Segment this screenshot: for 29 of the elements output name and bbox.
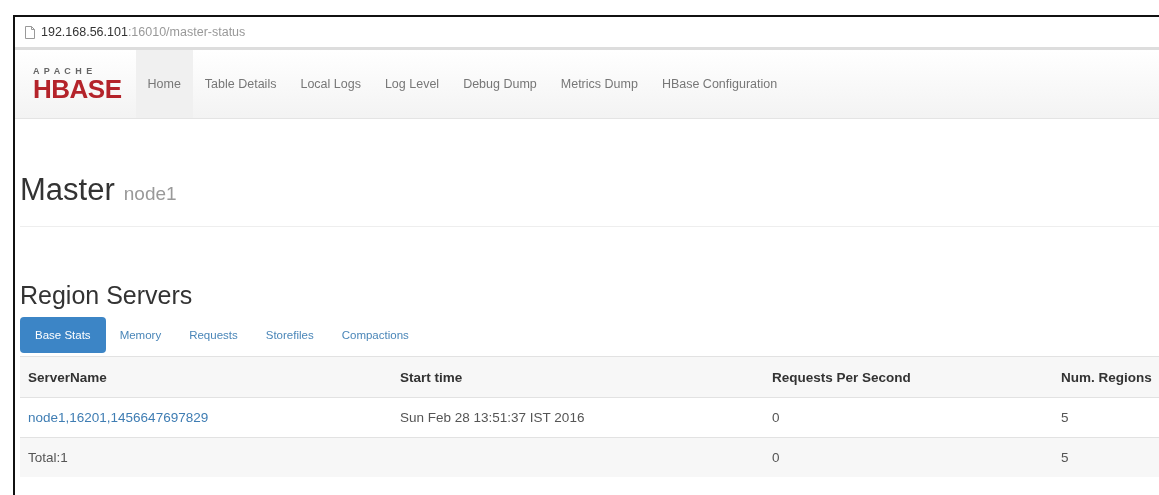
table-cell: 5	[1061, 450, 1069, 465]
table-cell: Total:1	[28, 450, 68, 465]
nav-link[interactable]: Local Logs	[288, 50, 373, 118]
tab[interactable]: Memory	[105, 317, 176, 353]
tab[interactable]: Requests	[175, 317, 252, 353]
nav-link[interactable]: Table Details	[192, 50, 289, 118]
url-text: 192.168.56.101:16010/master-status	[41, 25, 246, 39]
tab[interactable]: Storefiles	[251, 317, 328, 353]
table-cell: 5	[1061, 410, 1069, 425]
column-header: Num. Regions	[1061, 369, 1152, 385]
nav-link[interactable]: HBase Configuration	[649, 50, 790, 118]
nav-link[interactable]: Metrics Dump	[548, 50, 650, 118]
tab[interactable]: Base Stats	[20, 317, 106, 353]
tab[interactable]: Compactions	[327, 317, 423, 353]
table-cell: 0	[772, 410, 780, 425]
page-icon	[25, 25, 35, 39]
nav-link[interactable]: Log Level	[372, 50, 452, 118]
section-title: Region Servers	[20, 281, 194, 310]
page-title: Master	[20, 172, 115, 208]
column-header: Start time	[400, 369, 463, 385]
nav-link[interactable]: Home	[135, 50, 193, 118]
server-link[interactable]: node1,16201,1456647697829	[28, 410, 209, 425]
logo[interactable]: A P A C H E HBASE	[33, 66, 122, 102]
page-subtitle: node1	[123, 183, 177, 205]
nav-link[interactable]: Debug Dump	[451, 50, 549, 118]
table-cell: Sun Feb 28 13:51:37 IST 2016	[400, 410, 585, 425]
column-header: Requests Per Second	[772, 369, 911, 385]
column-header: ServerName	[28, 369, 107, 385]
table-cell: 0	[772, 450, 780, 465]
